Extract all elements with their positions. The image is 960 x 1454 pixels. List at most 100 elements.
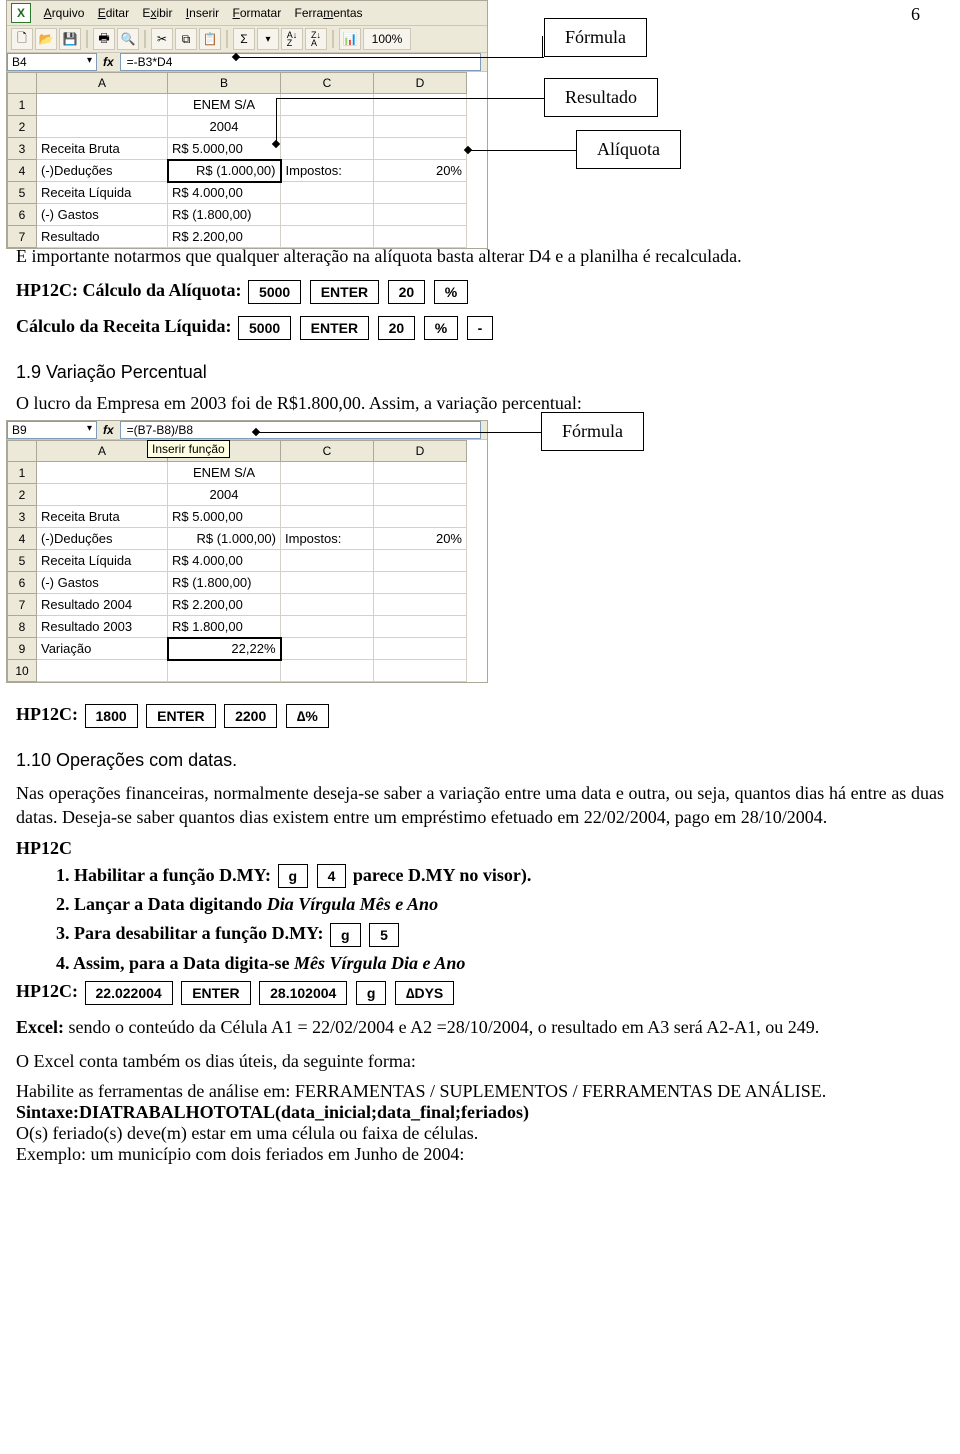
cell[interactable]	[281, 572, 374, 594]
row-header[interactable]: 7	[8, 594, 37, 616]
preview-icon[interactable]: 🔍	[117, 28, 139, 50]
cell[interactable]	[281, 204, 374, 226]
cell[interactable]: Resultado	[37, 226, 168, 248]
cell[interactable]: R$ 1.800,00	[168, 616, 281, 638]
cell[interactable]	[374, 116, 467, 138]
cell[interactable]	[374, 204, 467, 226]
paste-icon[interactable]: 📋	[199, 28, 221, 50]
copy-icon[interactable]: ⧉	[175, 28, 197, 50]
cell[interactable]: R$ 4.000,00	[168, 550, 281, 572]
cell[interactable]: R$ 5.000,00	[168, 506, 281, 528]
cell[interactable]	[374, 550, 467, 572]
cell[interactable]	[281, 462, 374, 484]
cell[interactable]: ENEM S/A	[168, 462, 281, 484]
cell[interactable]: 2004	[168, 484, 281, 506]
cell[interactable]	[168, 660, 281, 682]
cell[interactable]	[281, 226, 374, 248]
col-header[interactable]: B	[168, 73, 281, 94]
cell[interactable]	[37, 462, 168, 484]
cell[interactable]: Impostos:	[281, 160, 374, 182]
cell[interactable]: Receita Líquida	[37, 182, 168, 204]
cell[interactable]	[374, 226, 467, 248]
row-header[interactable]: 2	[8, 116, 37, 138]
menu-formatar[interactable]: Formatar	[233, 6, 282, 20]
cell[interactable]	[37, 94, 168, 116]
cell[interactable]	[374, 506, 467, 528]
autosum-dropdown-icon[interactable]: ▾	[257, 28, 279, 50]
row-header[interactable]: 5	[8, 182, 37, 204]
cell[interactable]	[374, 638, 467, 660]
selected-cell[interactable]: 22,22%	[168, 638, 281, 660]
cell[interactable]: (-) Gastos	[37, 204, 168, 226]
excel-grid-2[interactable]: A B C D 1ENEM S/A 22004 3Receita BrutaR$…	[7, 440, 467, 682]
autosum-icon[interactable]: Σ	[233, 28, 255, 50]
cell[interactable]	[374, 616, 467, 638]
cell[interactable]	[281, 116, 374, 138]
cell[interactable]	[281, 616, 374, 638]
menu-arquivo[interactable]: Arquivo	[44, 6, 85, 20]
cell[interactable]: Receita Bruta	[37, 506, 168, 528]
row-header[interactable]: 9	[8, 638, 37, 660]
cell[interactable]: (-)Deduções	[37, 160, 168, 182]
cell[interactable]	[374, 594, 467, 616]
cell[interactable]	[374, 94, 467, 116]
col-header[interactable]: A	[37, 73, 168, 94]
row-header[interactable]: 1	[8, 462, 37, 484]
row-header[interactable]: 4	[8, 160, 37, 182]
row-header[interactable]: 2	[8, 484, 37, 506]
name-box[interactable]: B9▾	[7, 421, 97, 439]
cell[interactable]: Receita Bruta	[37, 138, 168, 160]
cell[interactable]: R$ (1.800,00)	[168, 572, 281, 594]
cell[interactable]: R$ 2.200,00	[168, 594, 281, 616]
zoom-box[interactable]: 100%	[363, 28, 411, 50]
cell[interactable]	[374, 182, 467, 204]
row-header[interactable]: 7	[8, 226, 37, 248]
cell[interactable]	[281, 484, 374, 506]
menu-editar[interactable]: Editar	[98, 6, 129, 20]
cell[interactable]	[281, 660, 374, 682]
sort-asc-icon[interactable]: A↓Z	[281, 28, 303, 50]
cell[interactable]	[281, 182, 374, 204]
row-header[interactable]: 10	[8, 660, 37, 682]
row-header[interactable]: 1	[8, 94, 37, 116]
row-header[interactable]: 3	[8, 506, 37, 528]
fx-icon[interactable]: fx	[103, 423, 114, 437]
col-header[interactable]: D	[374, 73, 467, 94]
cell[interactable]	[374, 660, 467, 682]
cell[interactable]	[281, 638, 374, 660]
name-box[interactable]: B4▾	[7, 53, 97, 71]
menu-exibir[interactable]: Exibir	[142, 6, 172, 20]
cell[interactable]: R$ 4.000,00	[168, 182, 281, 204]
menu-inserir[interactable]: Inserir	[186, 6, 219, 20]
row-header[interactable]: 8	[8, 616, 37, 638]
cell[interactable]: 2004	[168, 116, 281, 138]
cell[interactable]: (-)Deduções	[37, 528, 168, 550]
cell[interactable]: ENEM S/A	[168, 94, 281, 116]
cell[interactable]: R$ 5.000,00	[168, 138, 281, 160]
new-icon[interactable]: 🗋	[11, 28, 33, 50]
col-header[interactable]: C	[281, 73, 374, 94]
row-header[interactable]: 6	[8, 572, 37, 594]
cell[interactable]	[37, 484, 168, 506]
row-header[interactable]: 4	[8, 528, 37, 550]
cell[interactable]	[374, 484, 467, 506]
sort-desc-icon[interactable]: Z↓A	[305, 28, 327, 50]
fx-icon[interactable]: fx	[103, 55, 114, 69]
chart-icon[interactable]: 📊	[339, 28, 361, 50]
cell[interactable]: R$ (1.800,00)	[168, 204, 281, 226]
cell[interactable]	[281, 594, 374, 616]
cell[interactable]: 20%	[374, 160, 467, 182]
menu-ferramentas[interactable]: Ferramentas	[295, 6, 363, 20]
cell[interactable]: (-) Gastos	[37, 572, 168, 594]
cell[interactable]	[374, 462, 467, 484]
save-icon[interactable]: 💾	[59, 28, 81, 50]
cut-icon[interactable]: ✂	[151, 28, 173, 50]
cell[interactable]	[37, 116, 168, 138]
col-header[interactable]: D	[374, 441, 467, 462]
print-icon[interactable]: 🖶	[93, 28, 115, 50]
open-icon[interactable]: 📂	[35, 28, 57, 50]
cell[interactable]: Variação	[37, 638, 168, 660]
cell[interactable]: Receita Líquida	[37, 550, 168, 572]
row-header[interactable]: 3	[8, 138, 37, 160]
cell[interactable]	[281, 138, 374, 160]
